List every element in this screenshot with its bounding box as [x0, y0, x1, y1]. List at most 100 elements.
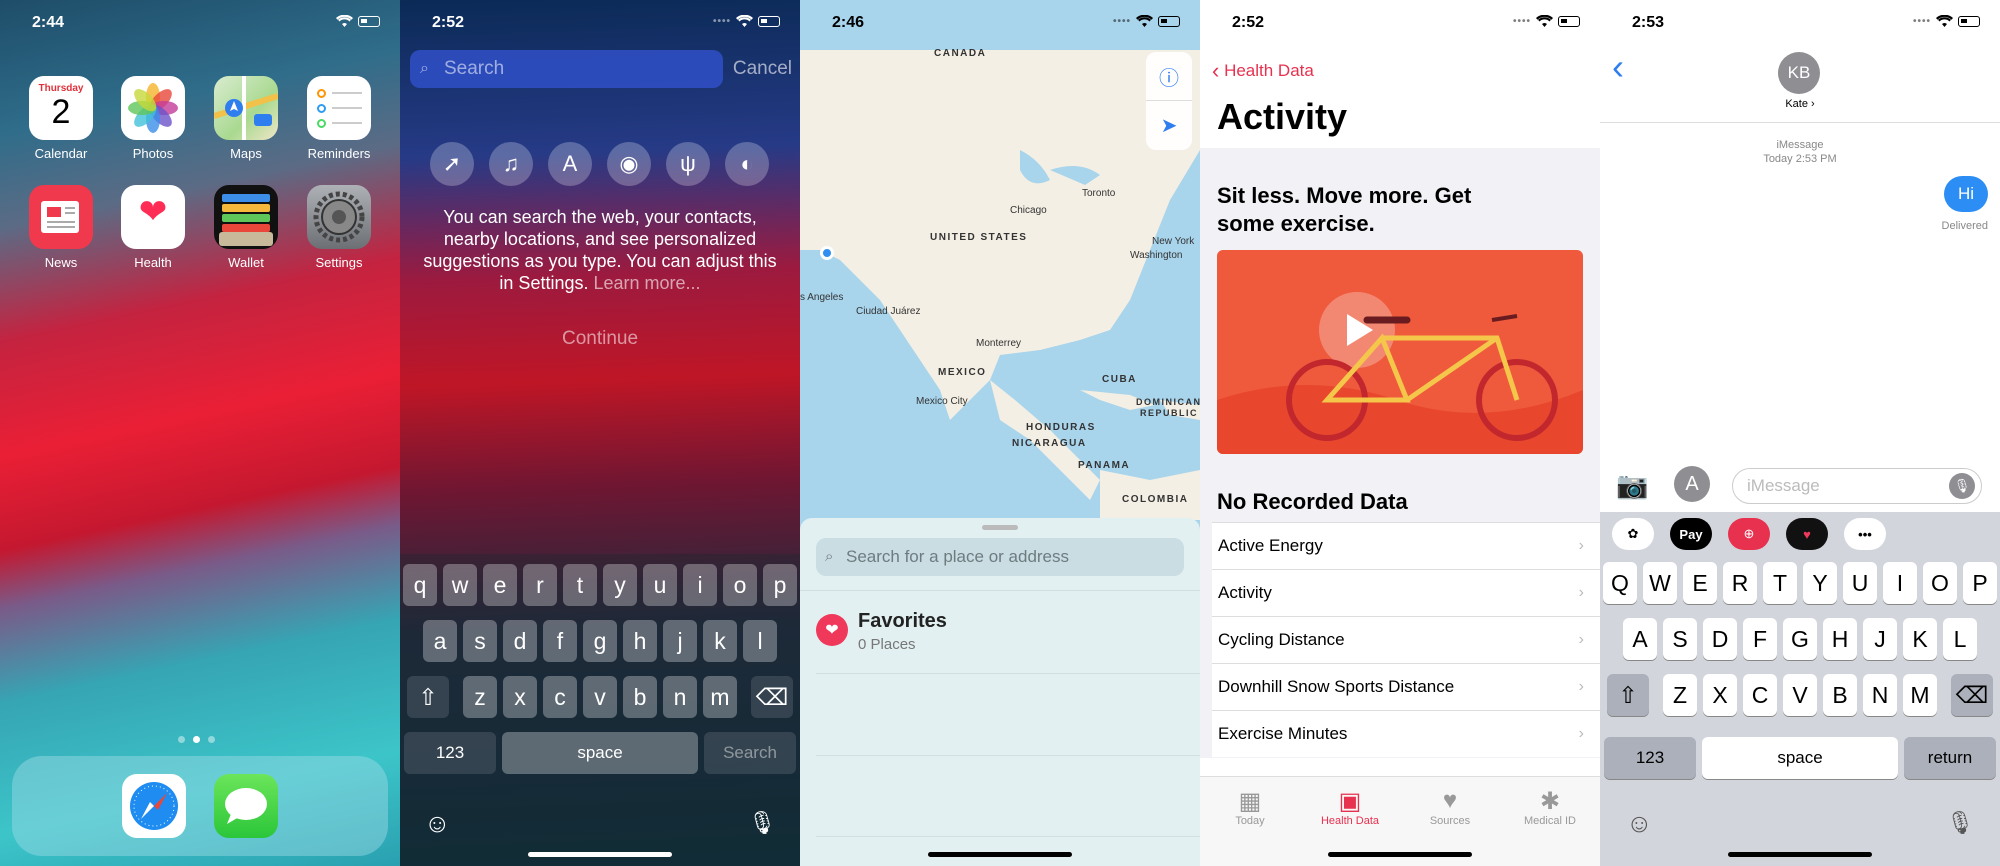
- app-news[interactable]: News: [14, 185, 108, 270]
- space-key[interactable]: space: [502, 732, 698, 774]
- shift-icon[interactable]: ⇧: [1607, 674, 1649, 716]
- key-k[interactable]: k: [703, 620, 737, 662]
- key-p[interactable]: p: [763, 564, 797, 606]
- key-i[interactable]: i: [683, 564, 717, 606]
- key-m[interactable]: m: [703, 676, 737, 718]
- key-c[interactable]: C: [1743, 674, 1777, 716]
- key-u[interactable]: U: [1843, 562, 1877, 604]
- key-f[interactable]: f: [543, 620, 577, 662]
- delete-icon[interactable]: ⌫: [1951, 674, 1993, 716]
- music-icon[interactable]: ♫: [489, 142, 533, 186]
- activity-video-card[interactable]: [1217, 250, 1583, 454]
- movie-camera-icon[interactable]: ◉: [607, 142, 651, 186]
- key-q[interactable]: Q: [1603, 562, 1637, 604]
- key-x[interactable]: X: [1703, 674, 1737, 716]
- key-v[interactable]: v: [583, 676, 617, 718]
- key-w[interactable]: W: [1643, 562, 1677, 604]
- restaurant-icon[interactable]: ψ: [666, 142, 710, 186]
- filter-icon[interactable]: ◐: [725, 142, 769, 186]
- key-e[interactable]: E: [1683, 562, 1717, 604]
- key-n[interactable]: n: [663, 676, 697, 718]
- search-key[interactable]: Search: [704, 732, 796, 774]
- back-button[interactable]: ‹ Health Data: [1212, 58, 1314, 84]
- shift-icon[interactable]: ⇧: [407, 676, 449, 718]
- camera-icon[interactable]: 📷: [1616, 470, 1648, 501]
- tab-medical-id[interactable]: ✱ Medical ID: [1505, 787, 1595, 866]
- key-s[interactable]: s: [463, 620, 497, 662]
- more-apps-icon[interactable]: •••: [1844, 518, 1886, 550]
- key-r[interactable]: r: [523, 564, 557, 606]
- key-g[interactable]: g: [583, 620, 617, 662]
- key-k[interactable]: K: [1903, 618, 1937, 660]
- avatar[interactable]: KB: [1778, 52, 1820, 94]
- key-p[interactable]: P: [1963, 562, 1997, 604]
- key-o[interactable]: o: [723, 564, 757, 606]
- key-c[interactable]: c: [543, 676, 577, 718]
- key-d[interactable]: d: [503, 620, 537, 662]
- key-a[interactable]: A: [1623, 618, 1657, 660]
- key-b[interactable]: B: [1823, 674, 1857, 716]
- app-store-icon[interactable]: A: [1674, 466, 1710, 502]
- dictation-icon[interactable]: 🎙: [1949, 473, 1975, 499]
- microphone-icon[interactable]: 🎙: [748, 810, 776, 836]
- back-chevron-icon[interactable]: ‹: [1612, 46, 1624, 88]
- numbers-key[interactable]: 123: [1604, 737, 1696, 779]
- microphone-icon[interactable]: 🎙: [1946, 810, 1974, 836]
- key-m[interactable]: M: [1903, 674, 1937, 716]
- key-l[interactable]: l: [743, 620, 777, 662]
- sheet-grabber[interactable]: [982, 525, 1018, 530]
- app-wallet[interactable]: Wallet: [199, 185, 293, 270]
- key-t[interactable]: t: [563, 564, 597, 606]
- location-arrow-icon[interactable]: ➤: [1146, 101, 1192, 150]
- list-item[interactable]: Exercise Minutes ›: [1212, 710, 1600, 757]
- key-y[interactable]: y: [603, 564, 637, 606]
- delete-icon[interactable]: ⌫: [751, 676, 793, 718]
- key-u[interactable]: u: [643, 564, 677, 606]
- key-b[interactable]: b: [623, 676, 657, 718]
- app-photos[interactable]: Photos: [106, 76, 200, 161]
- digital-touch-icon[interactable]: ♥: [1786, 518, 1828, 550]
- list-item[interactable]: Downhill Snow Sports Distance ›: [1212, 663, 1600, 710]
- key-n[interactable]: N: [1863, 674, 1897, 716]
- list-item[interactable]: Active Energy ›: [1212, 522, 1600, 569]
- key-v[interactable]: V: [1783, 674, 1817, 716]
- messages-icon[interactable]: [214, 774, 278, 838]
- key-i[interactable]: I: [1883, 562, 1917, 604]
- key-e[interactable]: e: [483, 564, 517, 606]
- photos-app-icon[interactable]: ✿: [1612, 518, 1654, 550]
- tab-today[interactable]: ▦ Today: [1205, 787, 1295, 866]
- key-r[interactable]: R: [1723, 562, 1757, 604]
- key-t[interactable]: T: [1763, 562, 1797, 604]
- key-l[interactable]: L: [1943, 618, 1977, 660]
- key-a[interactable]: a: [423, 620, 457, 662]
- search-images-icon[interactable]: ⊕: [1728, 518, 1770, 550]
- app-maps[interactable]: Maps: [199, 76, 293, 161]
- key-s[interactable]: S: [1663, 618, 1697, 660]
- app-store-icon[interactable]: A: [548, 142, 592, 186]
- app-settings[interactable]: Settings: [292, 185, 386, 270]
- compass-icon[interactable]: ➚: [430, 142, 474, 186]
- space-key[interactable]: space: [1702, 737, 1898, 779]
- app-calendar[interactable]: Thursday 2 Calendar: [14, 76, 108, 161]
- key-y[interactable]: Y: [1803, 562, 1837, 604]
- key-h[interactable]: H: [1823, 618, 1857, 660]
- favorites-title[interactable]: Favorites: [858, 610, 947, 633]
- key-g[interactable]: G: [1783, 618, 1817, 660]
- return-key[interactable]: return: [1904, 737, 1996, 779]
- search-field[interactable]: ⌕ Search: [410, 50, 723, 88]
- learn-more-link[interactable]: Learn more...: [594, 273, 701, 293]
- key-z[interactable]: z: [463, 676, 497, 718]
- key-j[interactable]: j: [663, 620, 697, 662]
- emoji-icon[interactable]: ☺: [1626, 808, 1653, 839]
- key-z[interactable]: Z: [1663, 674, 1697, 716]
- app-reminders[interactable]: Reminders: [292, 76, 386, 161]
- list-item[interactable]: Activity ›: [1212, 569, 1600, 616]
- key-o[interactable]: O: [1923, 562, 1957, 604]
- info-icon[interactable]: ⓘ: [1146, 52, 1192, 101]
- key-j[interactable]: J: [1863, 618, 1897, 660]
- key-x[interactable]: x: [503, 676, 537, 718]
- cancel-button[interactable]: Cancel: [733, 58, 792, 80]
- key-q[interactable]: q: [403, 564, 437, 606]
- key-h[interactable]: h: [623, 620, 657, 662]
- numbers-key[interactable]: 123: [404, 732, 496, 774]
